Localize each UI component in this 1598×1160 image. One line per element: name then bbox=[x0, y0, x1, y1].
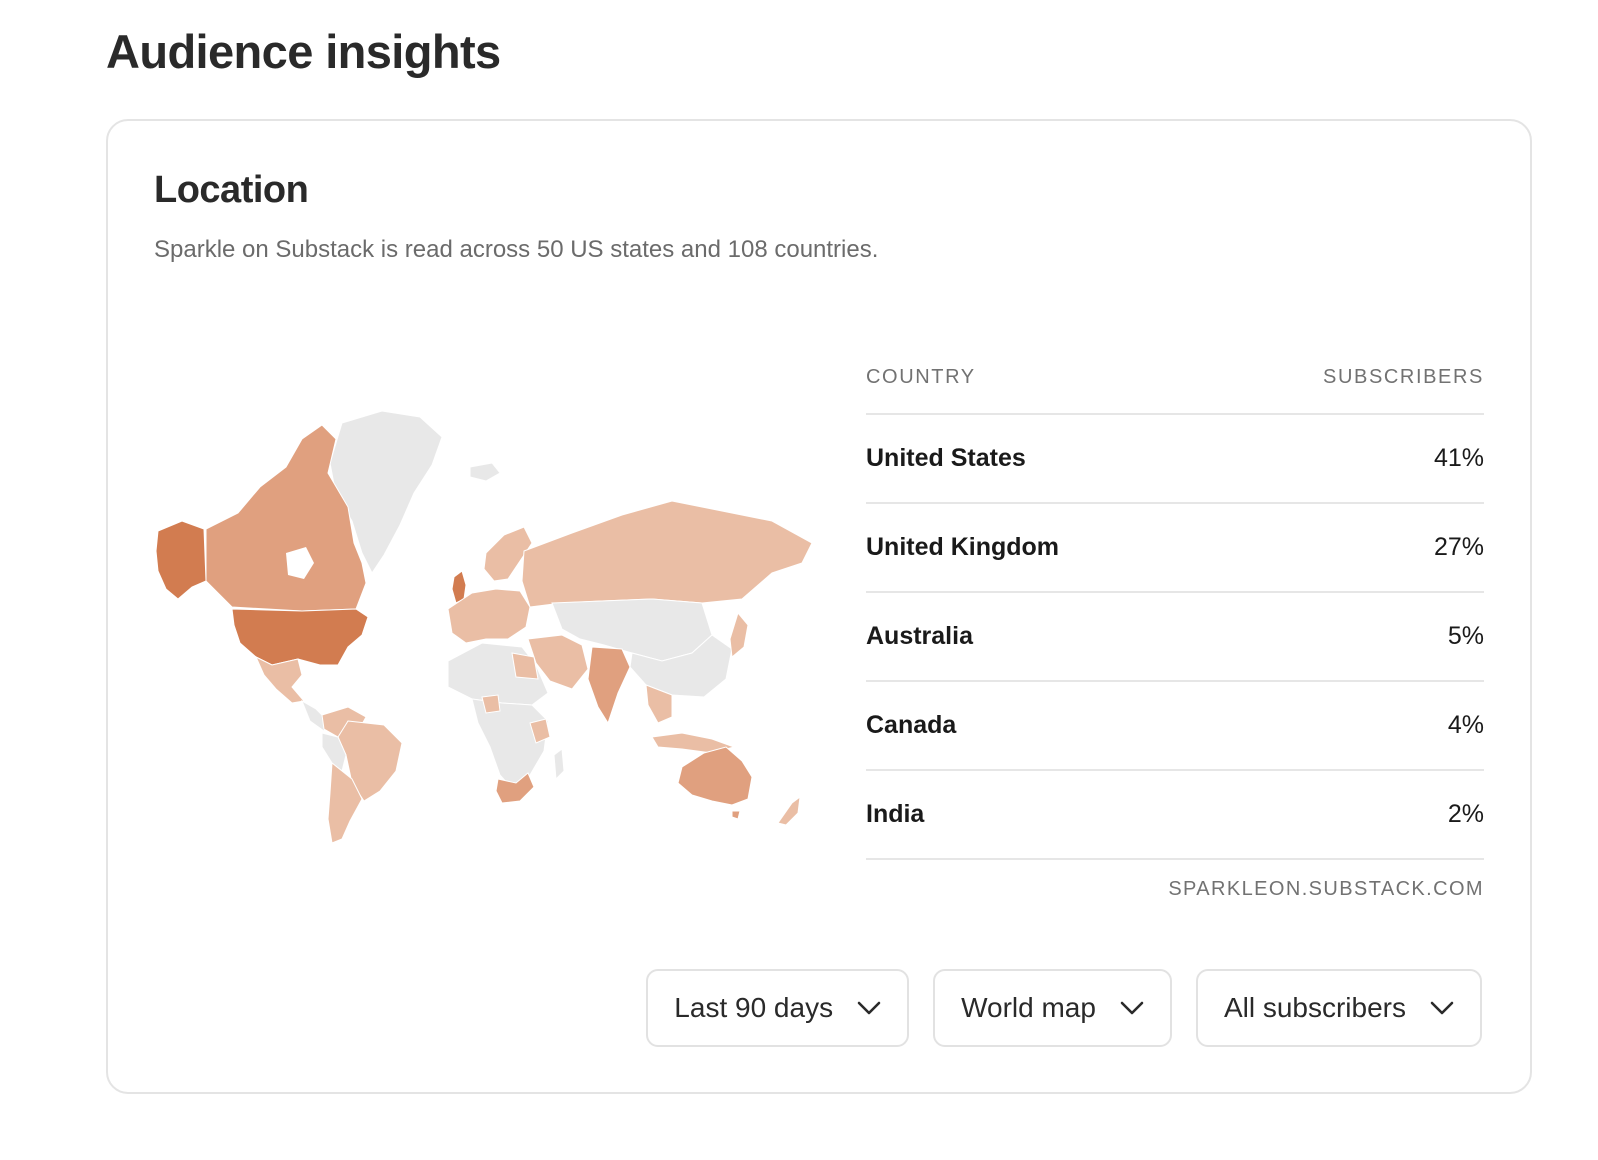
table-row: United Kingdom 27% bbox=[866, 504, 1484, 593]
table-row: India 2% bbox=[866, 771, 1484, 860]
map-region-central-africa[interactable] bbox=[471, 698, 549, 794]
map-region-japan[interactable] bbox=[729, 611, 749, 658]
world-map[interactable] bbox=[152, 403, 822, 843]
subscriber-percentage: 4% bbox=[1447, 711, 1484, 739]
filter-controls: Last 90 days World map All subscribers bbox=[646, 969, 1482, 1047]
map-region-alaska[interactable] bbox=[155, 520, 207, 600]
audience-dropdown-label: All subscribers bbox=[1223, 992, 1406, 1023]
period-dropdown[interactable]: Last 90 days bbox=[646, 969, 910, 1047]
map-region-new-zealand[interactable] bbox=[777, 795, 801, 826]
subscribers-column-header: SUBSCRIBERS bbox=[1323, 365, 1484, 388]
map-region-iceland[interactable] bbox=[469, 462, 501, 482]
table-row: Australia 5% bbox=[866, 593, 1484, 682]
table-header: COUNTRY SUBSCRIBERS bbox=[866, 341, 1484, 415]
country-column-header: COUNTRY bbox=[866, 365, 976, 388]
map-region-india[interactable] bbox=[587, 646, 631, 725]
location-subtitle: Sparkle on Substack is read across 50 US… bbox=[154, 236, 879, 263]
country-name: Canada bbox=[866, 711, 957, 739]
map-region-mexico[interactable] bbox=[254, 655, 305, 704]
map-region-usa[interactable] bbox=[231, 608, 369, 666]
audience-dropdown[interactable]: All subscribers bbox=[1195, 969, 1482, 1047]
map-region-australia[interactable] bbox=[677, 746, 753, 806]
map-region-madagascar[interactable] bbox=[553, 748, 565, 781]
subscriber-percentage: 27% bbox=[1433, 533, 1484, 561]
view-dropdown-label: World map bbox=[961, 992, 1096, 1023]
source-domain: SPARKLEON.SUBSTACK.COM bbox=[1168, 878, 1484, 900]
page-title: Audience insights bbox=[106, 25, 501, 78]
subscriber-percentage: 2% bbox=[1447, 800, 1484, 828]
map-region-egypt[interactable] bbox=[511, 652, 539, 680]
table-row: United States 41% bbox=[866, 415, 1484, 504]
subscriber-percentage: 5% bbox=[1447, 622, 1484, 650]
country-name: United States bbox=[866, 444, 1026, 472]
location-card: Location Sparkle on Substack is read acr… bbox=[106, 119, 1532, 1094]
table-row: Canada 4% bbox=[866, 682, 1484, 771]
map-region-russia[interactable] bbox=[521, 500, 813, 608]
country-table: COUNTRY SUBSCRIBERS United States 41% Un… bbox=[866, 341, 1484, 901]
chevron-down-icon bbox=[857, 1001, 881, 1015]
location-title: Location bbox=[154, 169, 309, 211]
country-name: United Kingdom bbox=[866, 533, 1060, 561]
country-name: Australia bbox=[866, 622, 973, 650]
country-name: India bbox=[866, 800, 925, 828]
map-region-tasmania[interactable] bbox=[731, 810, 741, 820]
chevron-down-icon bbox=[1120, 1001, 1144, 1015]
view-dropdown[interactable]: World map bbox=[933, 969, 1172, 1047]
chevron-down-icon bbox=[1430, 1001, 1454, 1015]
subscriber-percentage: 41% bbox=[1433, 444, 1484, 472]
period-dropdown-label: Last 90 days bbox=[674, 992, 834, 1023]
